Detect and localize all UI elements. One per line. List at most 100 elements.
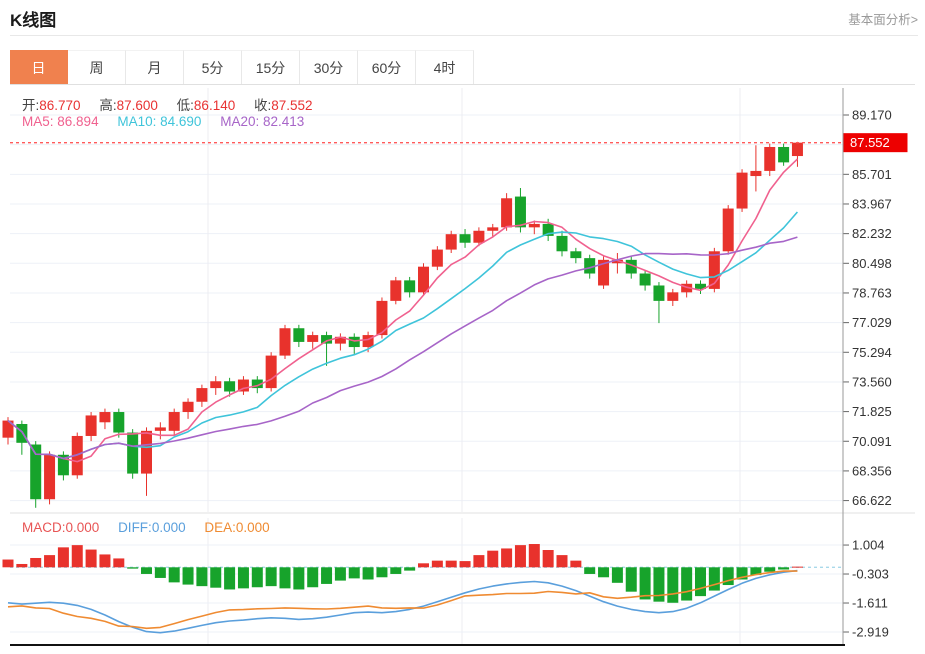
macd-bar — [791, 566, 803, 568]
macd-bar — [168, 567, 180, 583]
y-axis-label: 77.029 — [852, 315, 892, 330]
candle — [390, 280, 402, 301]
macd-bar — [431, 560, 443, 568]
candle — [501, 198, 513, 228]
macd-bar — [196, 567, 208, 587]
candle — [348, 336, 360, 348]
macd-bar — [362, 567, 374, 580]
macd-axis-label: -1.611 — [852, 596, 888, 611]
macd-bar — [154, 567, 166, 578]
candle — [418, 266, 429, 293]
macd-bar — [625, 567, 637, 592]
macd-bar — [570, 560, 582, 568]
macd-bar — [265, 567, 277, 587]
macd-bar — [764, 567, 776, 572]
macd-bar — [85, 549, 97, 568]
macd-bar — [182, 567, 194, 585]
y-axis-label: 68.356 — [852, 463, 892, 478]
macd-bar — [681, 567, 693, 601]
macd-bar — [113, 558, 125, 568]
macd-bar — [293, 567, 305, 590]
macd-bar — [348, 567, 360, 579]
candle — [791, 142, 803, 157]
candle — [667, 292, 679, 301]
macd-bar — [598, 567, 610, 578]
ma10-value: 84.690 — [160, 114, 202, 129]
candle — [168, 412, 180, 431]
dea-value: 0.000 — [235, 520, 270, 535]
y-axis-label: 78.763 — [852, 285, 892, 300]
macd-bar — [141, 567, 152, 574]
macd-bar — [542, 550, 554, 568]
y-axis-label: 70.091 — [852, 434, 892, 449]
macd-bar — [487, 550, 499, 568]
close-value: 87.552 — [271, 98, 313, 113]
candle — [210, 381, 222, 389]
candle — [113, 412, 125, 433]
macd-bar — [418, 563, 429, 568]
open-value: 86.770 — [39, 98, 81, 113]
y-axis-label: 85.701 — [852, 167, 892, 182]
candle — [736, 172, 748, 209]
candle — [653, 285, 665, 301]
dea-label: DEA: — [204, 520, 236, 535]
macd-bar — [71, 545, 83, 568]
macd-bar — [390, 567, 402, 574]
ohlc-readout: 开:86.770 高:87.600 低:86.140 收:87.552 — [22, 94, 328, 114]
macd-bar — [528, 544, 540, 568]
macd-bar — [127, 567, 139, 569]
candle — [196, 388, 208, 402]
macd-bar — [653, 567, 665, 602]
diff-value: 0.000 — [151, 520, 186, 535]
last-price-tag-text: 87.552 — [850, 135, 890, 150]
candle — [514, 196, 526, 228]
macd-bar — [459, 561, 471, 568]
candle — [127, 432, 139, 474]
dea-line — [7, 570, 798, 630]
macd-axis-label: -2.919 — [852, 625, 889, 640]
macd-bar — [514, 545, 526, 568]
y-axis-label: 73.560 — [852, 374, 892, 389]
close-label: 收: — [253, 98, 272, 113]
macd-bar — [334, 567, 346, 581]
high-value: 87.600 — [116, 98, 158, 113]
y-axis-label: 75.294 — [852, 345, 892, 360]
candle — [154, 427, 166, 431]
macd-bar — [708, 567, 720, 591]
macd-bar — [501, 548, 513, 568]
ma5-label: MA5: — [22, 114, 54, 129]
candle — [279, 328, 291, 356]
macd-bar — [584, 567, 596, 574]
y-axis-label: 66.622 — [852, 493, 892, 508]
ma10-line — [7, 211, 799, 460]
macd-bar — [611, 567, 623, 583]
macd-label: MACD: — [22, 520, 66, 535]
macd-bar — [473, 555, 485, 568]
y-axis-label: 71.825 — [852, 404, 892, 419]
high-label: 高: — [99, 98, 117, 113]
macd-bar — [556, 555, 568, 568]
macd-bar — [30, 557, 42, 568]
candle — [431, 249, 443, 267]
candle — [224, 381, 236, 392]
candle — [487, 227, 499, 231]
macd-bar — [778, 567, 790, 570]
candle — [265, 355, 277, 389]
candle — [722, 208, 734, 252]
macd-bar — [99, 554, 111, 568]
candle — [750, 170, 762, 177]
candle — [404, 280, 416, 293]
macd-bar — [376, 567, 388, 578]
candle — [99, 412, 111, 423]
candle — [293, 328, 305, 342]
macd-bar — [404, 567, 416, 571]
macd-value: 0.000 — [65, 520, 100, 535]
y-axis-label: 89.170 — [852, 108, 892, 123]
ma5-value: 86.894 — [57, 114, 99, 129]
macd-bar — [307, 567, 319, 588]
macd-bar — [57, 547, 69, 568]
open-label: 开: — [22, 98, 40, 113]
macd-bar — [251, 567, 263, 588]
candle — [528, 223, 540, 228]
candle — [473, 230, 485, 243]
